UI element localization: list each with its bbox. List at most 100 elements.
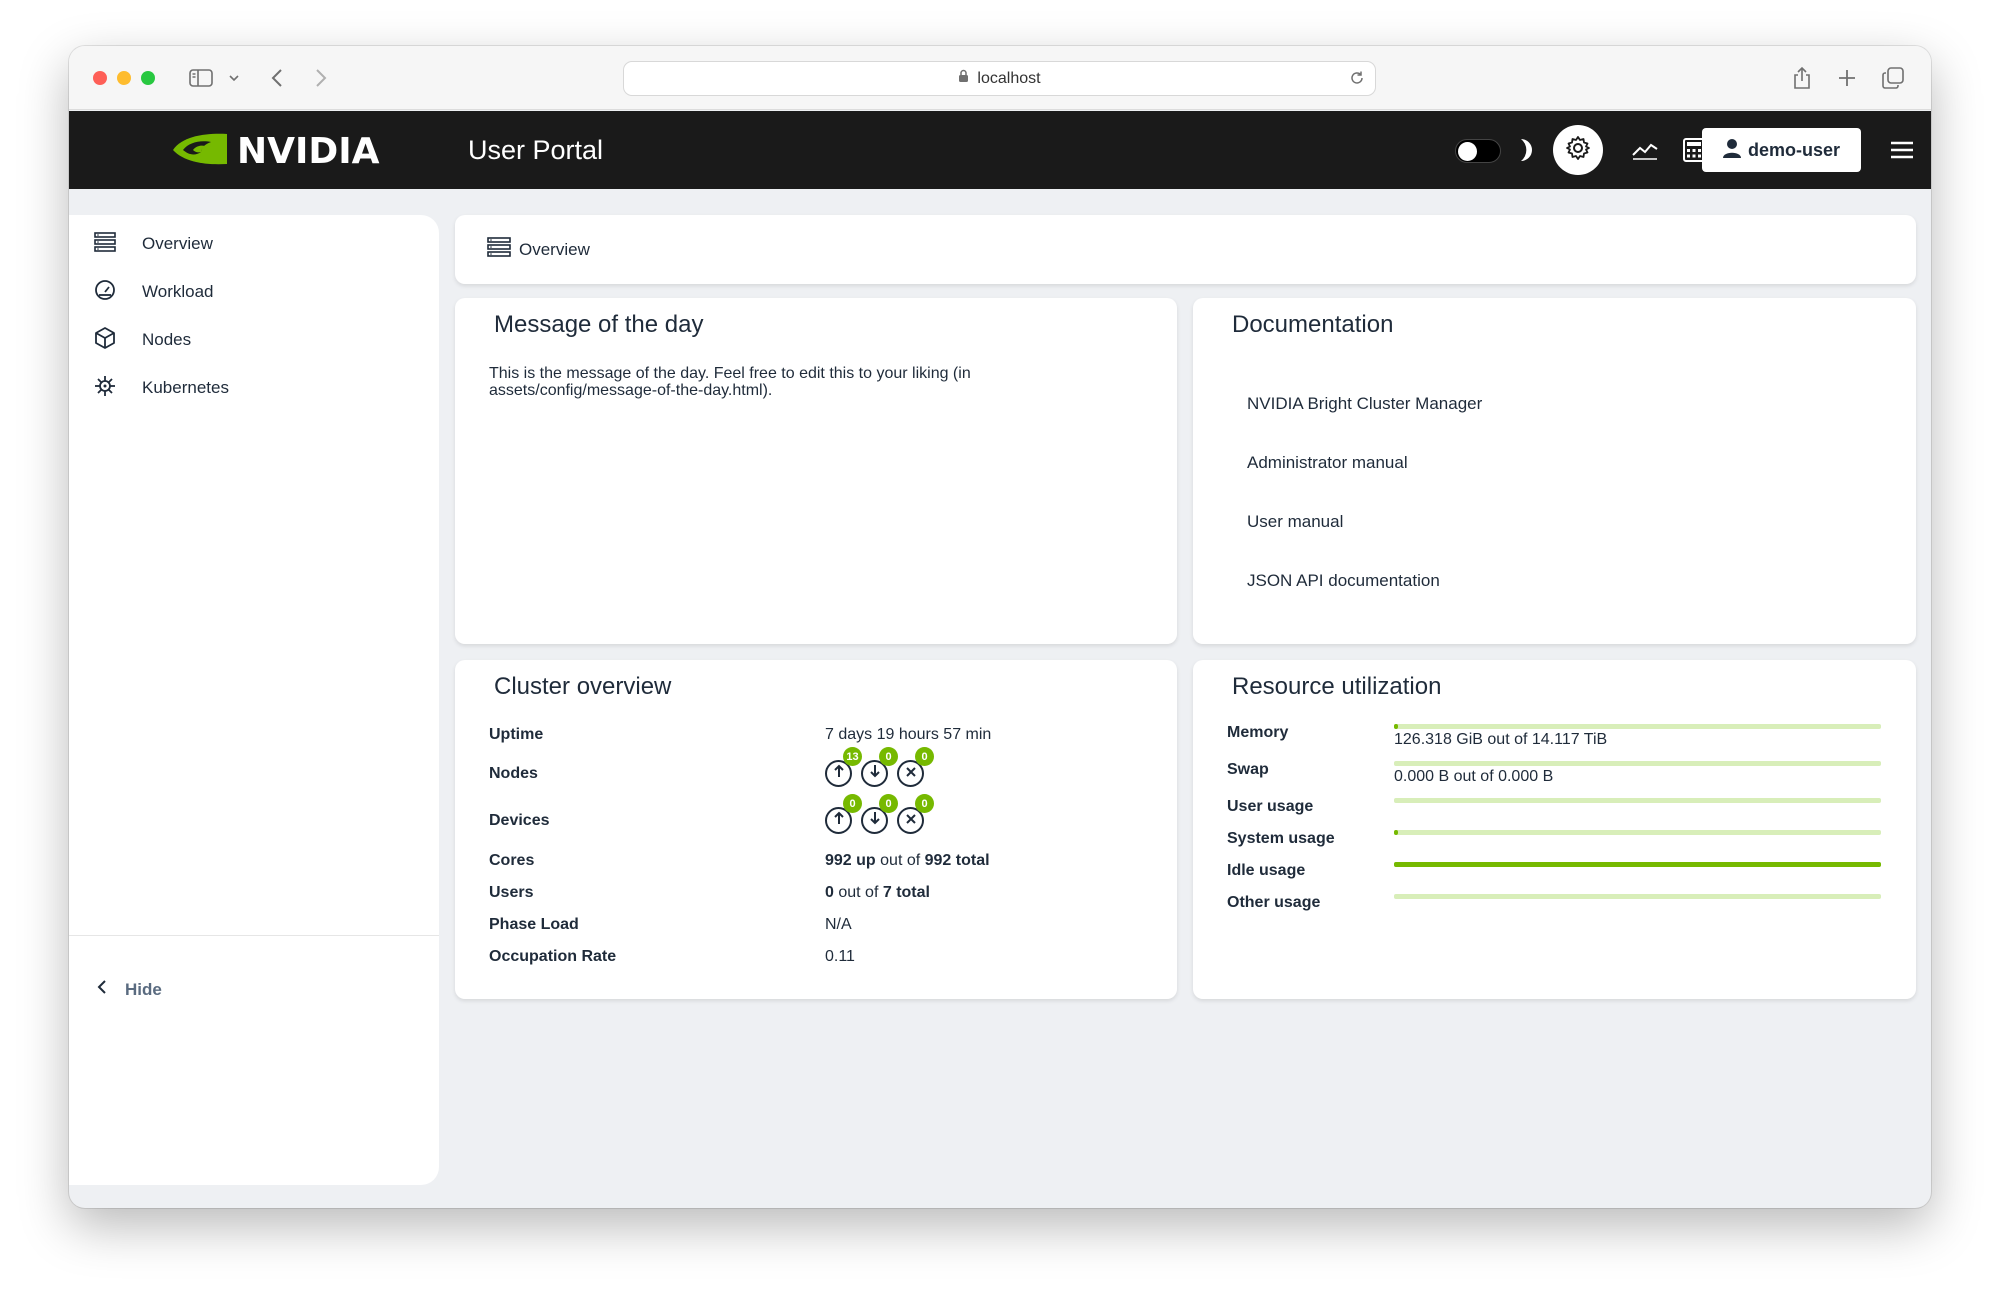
hide-sidebar-button[interactable]: Hide	[97, 979, 162, 1000]
theme-toggle[interactable]	[1455, 139, 1501, 163]
devices-down-count: 0	[879, 794, 898, 813]
other-usage-label: Other usage	[1227, 894, 1321, 911]
users-mid: out of	[838, 884, 879, 901]
nodes-closed-count: 0	[915, 747, 934, 766]
memory-bar-fill	[1394, 724, 1399, 729]
settings-button[interactable]	[1553, 125, 1603, 175]
sidebar-divider	[69, 935, 439, 936]
sidebar-item-label: Kubernetes	[142, 378, 229, 397]
line-chart-icon[interactable]	[1628, 133, 1662, 167]
devices-closed-status[interactable]: 0	[897, 794, 934, 834]
portal-title: User Portal	[468, 135, 604, 165]
nodes-up-status[interactable]: 13	[825, 747, 862, 787]
resource-utilization-title: Resource utilization	[1232, 673, 1442, 700]
sidebar-item-label: Nodes	[142, 330, 192, 349]
server-stack-icon	[94, 231, 116, 258]
doc-link-user-manual[interactable]: User manual	[1247, 512, 1343, 532]
browser-toolbar: localhost	[69, 46, 1931, 110]
forward-icon[interactable]	[311, 64, 331, 92]
back-icon[interactable]	[267, 64, 287, 92]
hamburger-menu-icon[interactable]	[1885, 133, 1919, 167]
sidebar-item-nodes[interactable]: Nodes	[94, 320, 191, 360]
arrow-down-icon	[869, 764, 881, 783]
server-stack-icon	[487, 236, 511, 263]
cube-icon	[94, 326, 116, 354]
system-usage-bar-fill	[1394, 830, 1398, 835]
sidebar-item-label: Overview	[142, 234, 213, 253]
doc-link-json-api[interactable]: JSON API documentation	[1247, 571, 1440, 591]
minimize-window-button[interactable]	[117, 71, 131, 85]
user-usage-label: User usage	[1227, 798, 1314, 815]
moon-icon[interactable]	[1509, 133, 1543, 167]
cores-label: Cores	[489, 852, 535, 869]
devices-down-status[interactable]: 0	[861, 794, 898, 834]
cores-mid: out of	[880, 852, 921, 869]
documentation-title: Documentation	[1232, 311, 1394, 338]
idle-usage-bar	[1394, 862, 1881, 867]
idle-usage-label: Idle usage	[1227, 862, 1306, 879]
arrow-down-icon	[869, 811, 881, 830]
system-usage-label: System usage	[1227, 830, 1335, 847]
memory-bar	[1394, 724, 1881, 729]
breadcrumb-overview[interactable]: Overview	[519, 240, 590, 260]
nodes-label: Nodes	[489, 765, 538, 782]
arrow-up-icon	[833, 811, 845, 830]
motd-title: Message of the day	[494, 311, 704, 338]
other-usage-bar	[1394, 894, 1881, 899]
nodes-up-count: 13	[843, 747, 862, 766]
brand-name: NVIDIA	[237, 131, 380, 172]
motd-text: This is the message of the day. Feel fre…	[489, 365, 971, 399]
nvidia-logo[interactable]: NVIDIA	[171, 130, 380, 173]
hide-label: Hide	[125, 979, 162, 999]
user-menu-button[interactable]: demo-user	[1702, 128, 1861, 172]
x-icon	[905, 812, 917, 830]
doc-link-bright-cluster-manager[interactable]: NVIDIA Bright Cluster Manager	[1247, 394, 1482, 414]
nodes-down-status[interactable]: 0	[861, 747, 898, 787]
chevron-down-icon[interactable]	[227, 64, 241, 92]
system-usage-bar	[1394, 830, 1881, 835]
address-bar[interactable]: localhost	[623, 61, 1376, 96]
lock-icon	[958, 69, 969, 88]
maximize-window-button[interactable]	[141, 71, 155, 85]
nodes-closed-status[interactable]: 0	[897, 747, 934, 787]
swap-value: 0.000 B out of 0.000 B	[1394, 768, 1554, 785]
gauge-icon	[94, 279, 116, 306]
sidebar-item-kubernetes[interactable]: Kubernetes	[94, 368, 229, 408]
sidebar-toggle-icon[interactable]	[188, 64, 214, 92]
cores-up: 992 up	[825, 852, 876, 869]
phase-load-value: N/A	[825, 916, 852, 933]
devices-up-status[interactable]: 0	[825, 794, 862, 834]
close-window-button[interactable]	[93, 71, 107, 85]
sidebar: Overview Workload Nodes Kubernetes Hide	[69, 215, 439, 1185]
users-total: 7 total	[882, 884, 930, 901]
doc-link-administrator-manual[interactable]: Administrator manual	[1247, 453, 1408, 473]
users-label: Users	[489, 884, 534, 901]
cores-value: 992 up out of 992 total	[825, 852, 990, 870]
devices-status: 0 0 0	[825, 794, 934, 834]
devices-up-count: 0	[843, 794, 862, 813]
sidebar-item-workload[interactable]: Workload	[94, 272, 214, 312]
sidebar-item-overview[interactable]: Overview	[94, 224, 213, 264]
new-tab-icon[interactable]	[1836, 64, 1858, 92]
chevron-left-icon	[97, 979, 107, 1000]
reload-icon[interactable]	[1349, 70, 1365, 91]
tab-overview-icon[interactable]	[1881, 64, 1905, 92]
phase-load-label: Phase Load	[489, 916, 579, 933]
occupation-rate-value: 0.11	[825, 948, 855, 965]
sidebar-item-label: Workload	[142, 282, 214, 301]
share-icon[interactable]	[1791, 64, 1813, 92]
nodes-status: 13 0 0	[825, 747, 934, 787]
user-usage-bar	[1394, 798, 1881, 803]
uptime-value: 7 days 19 hours 57 min	[825, 726, 992, 743]
app-header: NVIDIA User Portal demo-user	[69, 111, 1931, 189]
memory-value: 126.318 GiB out of 14.117 TiB	[1394, 731, 1608, 748]
swap-bar	[1394, 761, 1881, 766]
occupation-rate-label: Occupation Rate	[489, 948, 617, 965]
helm-icon	[94, 375, 116, 402]
devices-label: Devices	[489, 812, 550, 829]
breadcrumb: Overview	[455, 215, 1916, 284]
users-count: 0	[825, 884, 834, 901]
nvidia-eye-icon	[171, 130, 229, 173]
user-icon	[1722, 138, 1741, 163]
idle-usage-bar-fill	[1394, 862, 1881, 867]
